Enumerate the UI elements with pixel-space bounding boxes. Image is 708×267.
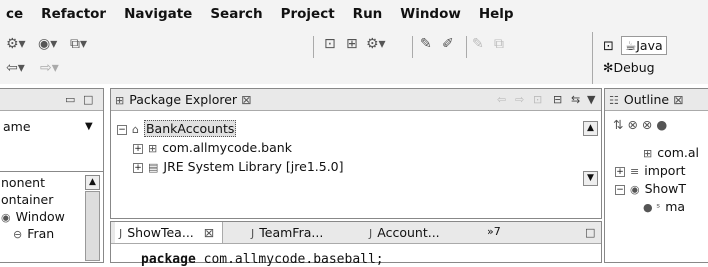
forward-icon[interactable]: ⇨▾ [40,60,59,76]
back-icon[interactable]: ⇦▾ [6,60,25,76]
open-folder-icon[interactable]: ✎ [420,36,432,52]
package-explorer-icon: ⊞ [115,94,125,107]
tree-item[interactable]: + ≡ import [615,163,686,178]
tree-item[interactable]: + ⊞ com.allmycode.bank [133,140,292,155]
expand-icon[interactable]: + [133,162,143,173]
new-class-icon[interactable]: ⧉▾ [70,36,87,52]
close-icon[interactable]: ⊠ [204,225,214,240]
project-folder-icon: ⌂ [132,123,139,136]
component-icon: ◉ [1,211,11,224]
view-menu-icon[interactable]: ▼ [85,121,93,132]
forward-icon[interactable]: ⇨ [515,93,524,106]
tree-item[interactable]: ● ˢ ma [643,199,685,214]
tree-item[interactable]: ⊞ com.al [643,145,699,160]
collapse-icon[interactable]: − [615,184,625,195]
tab-outline[interactable]: ☷ Outline ⊠ [609,92,684,107]
debug-icon: ✻ [603,60,614,75]
editor-tabbar: J ShowTea... ⊠ J TeamFra... J Account... »7 … [111,222,601,244]
left-view-tabbar: ▭ □ [0,89,103,111]
menu-source[interactable]: ce [0,6,32,22]
disabled-pen-icon[interactable]: ✎ [472,36,484,52]
maximize-icon[interactable]: □ [585,226,595,239]
perspective-debug-button[interactable]: ✻Debug [603,60,655,75]
toolbar-separator [313,36,314,58]
back-icon[interactable]: ⇦ [497,93,506,106]
outline-panel: ☷ Outline ⊠ ⇅ ⊗ ⊗ ● ⊞ com.al + ≡ import − ◉ Sho… [604,88,708,263]
menu-run[interactable]: Run [344,6,392,22]
pen-icon[interactable]: ✐ [442,36,454,52]
frame-icon: ⊖ [13,228,23,241]
package-icon: ⊞ [148,142,158,155]
list-item[interactable]: ◉ Window [1,209,65,224]
menu-project[interactable]: Project [272,6,344,22]
scroll-up-button[interactable]: ▲ [583,121,598,136]
java-file-icon: J [119,227,123,240]
menu-window[interactable]: Window [391,6,470,22]
maximize-icon[interactable]: □ [83,93,93,106]
scroll-up-button[interactable]: ▲ [85,175,100,190]
class-icon: ◉ [630,183,640,196]
java-file-icon: J [369,227,373,240]
left-view-heading: ame [3,119,31,134]
collapse-all-icon[interactable]: ⊟ [553,93,562,106]
perspective-bar: ⊡ ☕Java ✻Debug [592,32,708,84]
run-icon[interactable]: ◉▾ [38,36,57,52]
left-view-panel: ▭ □ ame ▼ nonent ontainer ◉ Window ⊖ Fran … [0,88,104,263]
package-explorer-panel: ⊞ Package Explorer ⊠ ⇦ ⇨ ⊡ ⊟ ⇆ ▼ − ⌂ BankAcc… [110,88,602,219]
tree-item[interactable]: − ⌂ BankAccounts [117,120,237,137]
menu-help[interactable]: Help [470,6,523,22]
menu-search[interactable]: Search [201,6,271,22]
code-line[interactable]: package com.allmycode.baseball; [141,252,384,267]
collapse-icon[interactable]: − [117,124,127,135]
tree-item[interactable]: + ▤ JRE System Library [jre1.5.0] [133,159,344,174]
package-icon: ⊞ [643,147,653,160]
outline-tabbar: ☷ Outline ⊠ [605,89,708,111]
close-icon[interactable]: ⊠ [241,92,251,107]
tree-item[interactable]: − ◉ ShowT [615,181,686,196]
divider [0,171,103,172]
outline-icon: ☷ [609,94,619,107]
expand-icon[interactable]: + [133,143,143,154]
expand-icon[interactable]: + [615,166,625,177]
open-type-icon[interactable]: ⊡ [324,36,336,52]
perspective-java-button[interactable]: ☕Java [621,36,667,55]
outline-toolbar[interactable]: ⇅ ⊗ ⊗ ● [613,117,667,132]
toolbar-separator [466,36,467,58]
menu-navigate[interactable]: Navigate [115,6,201,22]
tab-account[interactable]: J Account... [369,225,440,240]
java-file-icon: J [251,227,255,240]
scrollbar[interactable] [85,191,100,261]
import-icon: ≡ [630,165,640,178]
method-icon: ● ˢ [643,201,661,214]
editor-panel: J ShowTea... ⊠ J TeamFra... J Account... »7 … [110,221,602,267]
search-tool-icon[interactable]: ⚙▾ [6,36,26,52]
menu-refactor[interactable]: Refactor [32,6,115,22]
more-tabs-button[interactable]: »7 [487,225,501,238]
copy-icon[interactable]: ⧉ [494,36,504,52]
tab-package-explorer[interactable]: ⊞ Package Explorer ⊠ [115,92,252,107]
list-item[interactable]: ontainer [1,192,53,207]
library-icon: ▤ [148,161,159,174]
open-perspective-icon[interactable]: ⊡ [603,39,614,54]
up-icon[interactable]: ⊡ [533,93,542,106]
list-item[interactable]: ⊖ Fran [13,226,54,241]
grid-icon[interactable]: ⊞ [346,36,358,52]
close-icon[interactable]: ⊠ [673,92,683,107]
menu-bar: ce Refactor Navigate Search Project Run … [0,0,708,28]
scroll-down-button[interactable]: ▼ [583,171,598,186]
tab-showteam[interactable]: J ShowTea... ⊠ [115,222,224,243]
new-gear-icon[interactable]: ⚙▾ [366,36,386,52]
minimize-icon[interactable]: ▭ [65,93,75,106]
list-item[interactable]: nonent [1,175,45,190]
tab-teamframe[interactable]: J TeamFra... [251,225,323,240]
link-editor-icon[interactable]: ⇆ [571,93,580,106]
package-explorer-tabbar: ⊞ Package Explorer ⊠ ⇦ ⇨ ⊡ ⊟ ⇆ ▼ [111,89,601,111]
view-menu-icon[interactable]: ▼ [587,93,595,106]
java-perspective-icon: ☕ [625,38,637,53]
toolbar-separator [412,36,413,58]
